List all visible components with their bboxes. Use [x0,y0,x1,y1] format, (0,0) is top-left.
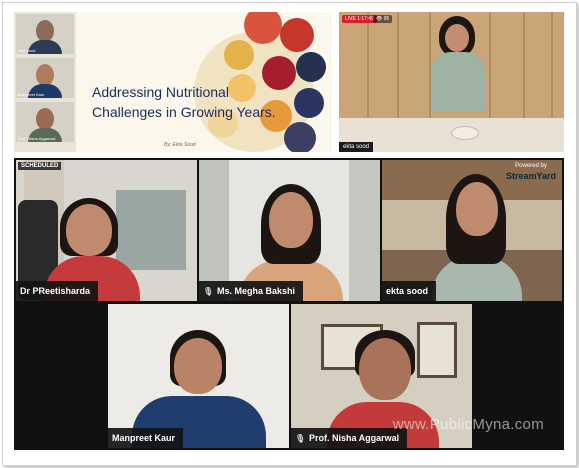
thumbnail-name: Manpreet Kaur [18,92,45,97]
participant-name-tag: 🎙 Ms. Megha Bakshi [199,281,304,301]
presenter-name-tag: ekta sood [339,142,374,152]
participant-name: Prof. Nisha Aggarwal [309,433,400,443]
thumbnail-name: Prof. Nisha Aggarwal [18,136,56,141]
thumbnail-ekta[interactable]: ekta sood [16,14,74,54]
thumbnail-manpreet[interactable]: Manpreet Kaur [16,58,74,98]
microphone-icon: 🎙 [295,434,306,443]
participant-name-tag: ekta sood [382,281,437,301]
participant-name: ekta sood [386,286,429,296]
slide-title: Addressing Nutritional Challenges in Gro… [92,84,276,120]
participant-name: Dr PReetisharda [20,286,91,296]
presentation-panel: ekta sood Manpreet Kaur Prof. Nisha Agga… [14,12,332,152]
participant-tile[interactable]: Manpreet Kaur [108,304,289,448]
streamyard-logo: StreamYard [505,171,556,181]
powered-by-badge: Powered by StreamYard [506,163,556,181]
participant-name: Manpreet Kaur [112,433,176,443]
thumbnail-nisha[interactable]: Prof. Nisha Aggarwal [16,102,74,142]
participant-thumbnails: ekta sood Manpreet Kaur Prof. Nisha Agga… [14,12,76,152]
watermark: www.PublicMyna.com [392,416,544,433]
participant-gallery: SCHEDULED Dr PReetisharda 🎙 Ms. Megha Bak… [14,158,564,450]
participant-name-tag: Dr PReetisharda [16,281,99,301]
participant-tile[interactable]: 🎙 Ms. Megha Bakshi [199,160,380,301]
presenter-face [445,24,469,52]
viewer-count: 👁 95 [373,15,393,23]
eye-icon: 👁 [376,16,383,22]
participant-tile[interactable]: Powered by StreamYard ekta sood [382,160,562,301]
participant-name: Ms. Megha Bakshi [217,286,296,296]
thumbnail-name: ekta sood [18,48,36,53]
presenter-shirt [431,52,485,112]
viewer-count-value: 95 [383,16,390,22]
participant-name-tag: Manpreet Kaur [108,428,184,448]
bowl [451,126,479,140]
participant-name-tag: 🎙 Prof. Nisha Aggarwal [291,428,408,448]
live-video-panel: LIVE 1:17:49 👁 95 ekta sood [339,12,564,152]
participant-tile[interactable]: SCHEDULED Dr PReetisharda [16,160,197,301]
wall-frame [417,322,457,378]
slide-author: By: Ekta Sood [164,142,196,148]
scheduled-badge: SCHEDULED [18,162,62,170]
live-badge: LIVE 1:17:49 [342,15,377,23]
powered-by-label: Powered by [515,163,547,169]
microphone-icon: 🎙 [203,287,214,296]
